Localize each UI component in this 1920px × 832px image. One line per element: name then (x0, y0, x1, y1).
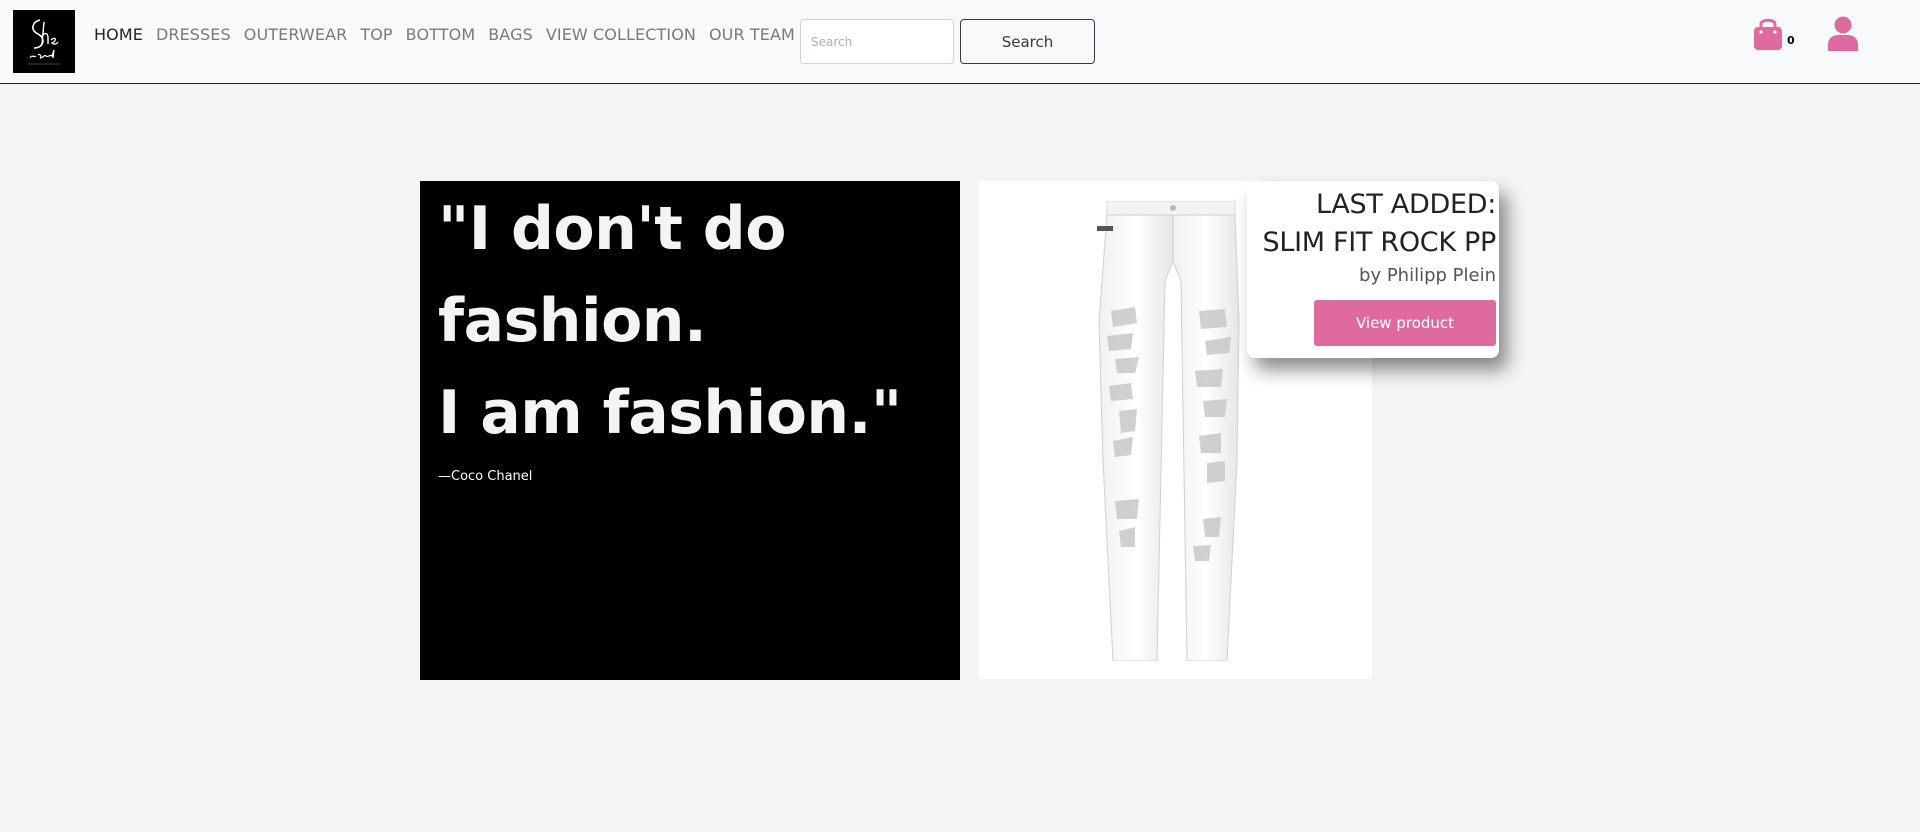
search-button[interactable]: Search (960, 19, 1095, 64)
quote-line: I am fashion." (438, 378, 902, 448)
nav-item-home[interactable]: HOME (94, 25, 143, 44)
navbar: HOME DRESSES OUTERWEAR TOP BOTTOM BAGS V… (0, 0, 1920, 84)
quote-line: fashion. (438, 286, 707, 356)
nav-item-view-collection[interactable]: VIEW COLLECTION (546, 25, 696, 44)
last-added-heading: LAST ADDED: (1315, 189, 1496, 220)
brand-logo[interactable] (13, 10, 75, 73)
nav-item-bags[interactable]: BAGS (488, 25, 533, 44)
search-input[interactable] (800, 19, 954, 64)
nav-item-dresses[interactable]: DRESSES (156, 25, 231, 44)
last-added-panel: LAST ADDED: SLIM FIT ROCK PP by Philipp … (1247, 181, 1499, 358)
nav-item-bottom[interactable]: BOTTOM (406, 25, 476, 44)
cart-button[interactable]: 0 (1752, 16, 1802, 52)
quote-author: —Coco Chanel (438, 469, 533, 484)
cart-count-badge: 0 (1787, 34, 1795, 47)
last-added-brand: by Philipp Plein (1359, 265, 1496, 286)
view-product-button[interactable]: View product (1314, 300, 1496, 346)
main-nav: HOME DRESSES OUTERWEAR TOP BOTTOM BAGS V… (94, 25, 795, 44)
account-button[interactable] (1828, 16, 1858, 51)
quote-line: "I don't do (438, 194, 786, 264)
jeans-product-image (1097, 201, 1240, 661)
shopping-bag-icon (1754, 18, 1782, 50)
nav-item-outerwear[interactable]: OUTERWEAR (244, 25, 348, 44)
quote-card: "I don't do fashion. I am fashion." —Coc… (420, 181, 960, 680)
quote-text: "I don't do fashion. I am fashion." (438, 183, 942, 459)
last-added-product-name: SLIM FIT ROCK PP (1262, 227, 1496, 258)
user-icon (1828, 16, 1858, 51)
nav-item-our-team[interactable]: OUR TEAM (709, 25, 795, 44)
logo-script-icon (28, 18, 60, 64)
nav-item-top[interactable]: TOP (360, 25, 392, 44)
